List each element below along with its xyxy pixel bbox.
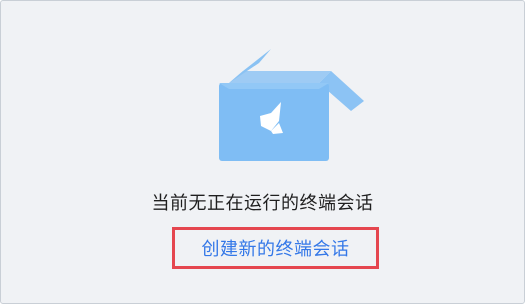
empty-box-icon [219,49,364,161]
terminal-sessions-panel: 当前无正在运行的终端会话 创建新的终端会话 [0,0,525,304]
empty-state-message: 当前无正在运行的终端会话 [151,193,374,214]
create-new-terminal-session-link[interactable]: 创建新的终端会话 [202,235,350,261]
create-session-highlight: 创建新的终端会话 [172,227,379,269]
